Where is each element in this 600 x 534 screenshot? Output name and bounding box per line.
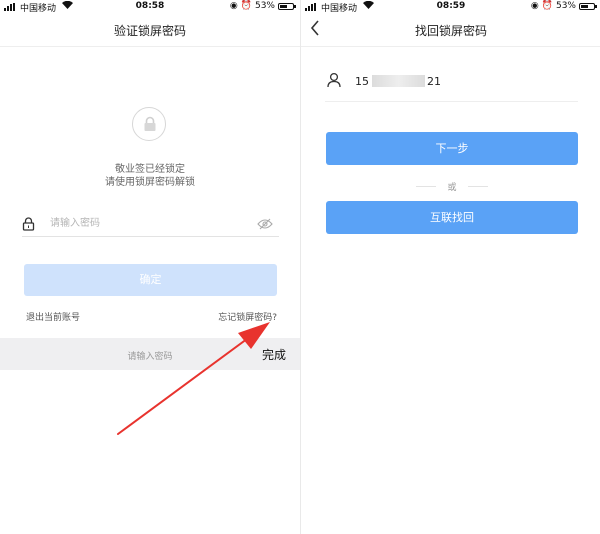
account-row: 15 21 bbox=[325, 68, 578, 102]
password-field-row bbox=[22, 210, 279, 237]
next-step-button[interactable]: 下一步 bbox=[326, 132, 578, 165]
lock-icon bbox=[22, 216, 35, 235]
battery-percent: 53% bbox=[555, 1, 576, 11]
phone-prefix: 15 bbox=[355, 75, 369, 88]
unlock-hint: 请使用锁屏密码解锁 bbox=[105, 177, 195, 188]
nav-bar: 找回锁屏密码 bbox=[301, 14, 600, 47]
locked-message: 敬业签已经锁定 bbox=[115, 164, 185, 175]
hide-password-icon[interactable] bbox=[257, 215, 273, 234]
battery-percent: 53% bbox=[254, 1, 275, 11]
page-title: 验证锁屏密码 bbox=[113, 24, 186, 38]
page-title: 找回锁屏密码 bbox=[414, 24, 487, 38]
red-arrow-annotation bbox=[117, 322, 270, 435]
logout-account-link[interactable]: 退出当前账号 bbox=[26, 310, 80, 323]
lock-badge-icon bbox=[132, 107, 166, 141]
orientation-lock-icon: ◉ bbox=[530, 1, 539, 11]
nav-bar: 验证锁屏密码 bbox=[0, 14, 300, 47]
user-icon bbox=[327, 72, 341, 92]
orientation-lock-icon: ◉ bbox=[229, 1, 238, 11]
verify-lock-password-screen: 中国移动 08:58 ◉ ⏰ 53% 验证锁屏密码 敬业签已经锁定 请使用锁屏密… bbox=[0, 0, 300, 534]
recover-lock-password-screen: 中国移动 08:59 ◉ ⏰ 53% 找回锁屏密码 15 21 下一步 或 互联… bbox=[301, 0, 600, 534]
or-separator: 或 bbox=[416, 180, 488, 193]
interconnect-recover-button[interactable]: 互联找回 bbox=[326, 201, 578, 234]
battery-icon bbox=[278, 2, 296, 10]
confirm-button[interactable]: 确定 bbox=[24, 264, 277, 296]
phone-suffix: 21 bbox=[427, 75, 441, 88]
alarm-icon: ⏰ bbox=[541, 1, 553, 11]
battery-icon bbox=[579, 2, 597, 10]
alarm-icon: ⏰ bbox=[240, 1, 252, 11]
password-input[interactable] bbox=[50, 214, 250, 232]
phone-mask bbox=[372, 75, 425, 87]
status-bar: 中国移动 08:58 ◉ ⏰ 53% bbox=[0, 0, 300, 14]
status-bar: 中国移动 08:59 ◉ ⏰ 53% bbox=[301, 0, 600, 14]
